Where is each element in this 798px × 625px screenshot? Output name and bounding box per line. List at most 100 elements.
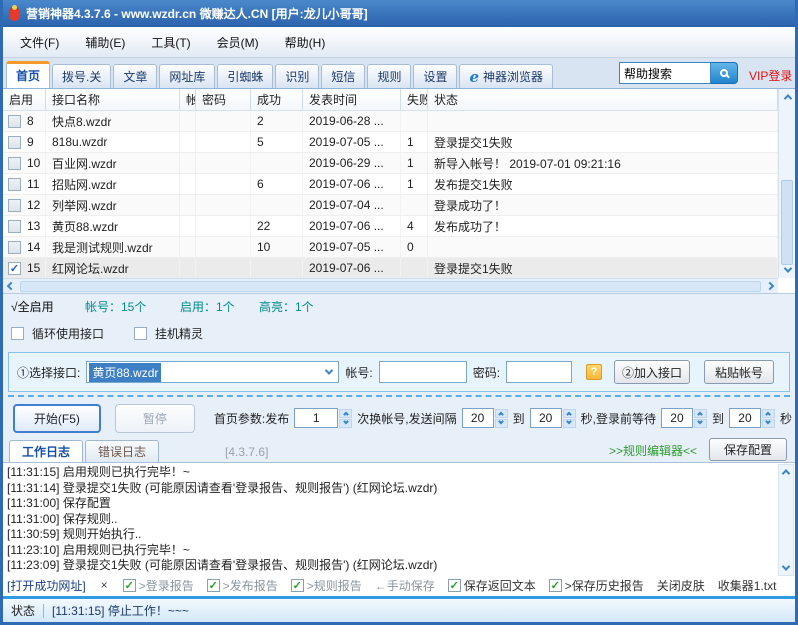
table-row[interactable]: 9 818u.wzdr 5 2019-07-05 ... 1 登录提交1失败: [3, 132, 778, 153]
rule-report-checkbox[interactable]: >规则报告: [290, 577, 362, 594]
menu-item-member[interactable]: 会员(M): [213, 32, 263, 53]
column-header-6[interactable]: 失败: [401, 89, 428, 110]
row-enable-checkbox[interactable]: [8, 240, 21, 254]
row-enable-checkbox[interactable]: [8, 198, 21, 212]
log-scroll-down-icon[interactable]: [779, 561, 793, 575]
all-enable-toggle[interactable]: √全启用: [11, 298, 85, 315]
checkbox-label: >登录报告: [138, 578, 194, 593]
save-history-report-checkbox[interactable]: >保存历史报告: [548, 577, 644, 594]
table-vertical-scrollbar[interactable]: [778, 89, 795, 278]
spinner-down-icon[interactable]: [494, 418, 508, 428]
menu-item-assist[interactable]: 辅助(E): [81, 32, 129, 53]
search-button[interactable]: [711, 62, 738, 84]
scroll-down-icon[interactable]: [779, 262, 796, 278]
table-row[interactable]: 15 红网论坛.wzdr 2019-07-06 ... 登录提交1失败: [3, 258, 778, 278]
tab-article[interactable]: 文章: [113, 64, 158, 88]
join-interface-button[interactable]: ②加入接口: [614, 360, 691, 384]
scroll-thumb-horizontal[interactable]: [20, 280, 761, 292]
tab-url-library[interactable]: 网址库: [159, 64, 216, 88]
spinner-down-icon[interactable]: [339, 418, 353, 428]
cell-fail: [401, 258, 428, 278]
spinner-down-icon[interactable]: [693, 418, 707, 428]
scroll-thumb[interactable]: [781, 179, 793, 265]
password-input[interactable]: [506, 361, 573, 383]
scroll-left-icon[interactable]: [3, 279, 19, 294]
loop-interface-checkbox[interactable]: [11, 326, 24, 340]
spinner-value[interactable]: 20: [660, 408, 693, 428]
tab-settings[interactable]: 设置: [413, 64, 458, 88]
start-button[interactable]: 开始(F5): [13, 403, 101, 433]
publish-report-checkbox[interactable]: >发布报告: [206, 577, 278, 594]
paste-account-button[interactable]: 粘贴帐号: [704, 360, 775, 384]
tab-spider[interactable]: 引蜘蛛: [217, 64, 274, 88]
tab-error-log[interactable]: 错误日志: [85, 440, 160, 462]
open-success-urls-link[interactable]: [打开成功网址]: [7, 577, 86, 594]
hangup-genie-checkbox[interactable]: [134, 326, 148, 340]
table-row[interactable]: 8 快点8.wzdr 2 2019-06-28 ...: [3, 111, 778, 132]
scroll-right-icon[interactable]: [762, 279, 778, 294]
table-row[interactable]: 12 列举网.wzdr 2019-07-04 ... 登录成功了！: [3, 195, 778, 216]
spinner-down-icon[interactable]: [761, 418, 775, 428]
menu-item-tools[interactable]: 工具(T): [147, 32, 194, 53]
spinner-up-icon[interactable]: [761, 408, 775, 418]
table-row[interactable]: 14 我是测试规则.wzdr 10 2019-07-05 ... 0: [3, 237, 778, 258]
cell-fail: [401, 111, 428, 131]
account-input[interactable]: [378, 361, 467, 383]
column-header-0[interactable]: 启用: [3, 89, 46, 110]
menu-item-file[interactable]: 文件(F): [16, 32, 63, 53]
row-enable-checkbox[interactable]: [8, 114, 21, 128]
clear-log-button[interactable]: ×: [99, 578, 110, 592]
column-header-5[interactable]: 发表时间: [303, 89, 401, 110]
column-header-1[interactable]: 接口名称: [46, 89, 180, 110]
spinner-up-icon[interactable]: [562, 408, 576, 418]
spinner-down-icon[interactable]: [562, 418, 576, 428]
spinner-value[interactable]: 20: [461, 408, 494, 428]
cell-status: [428, 111, 778, 131]
cell-name: 百业网.wzdr: [46, 153, 180, 173]
tab-rule[interactable]: 规则: [367, 64, 412, 88]
scroll-up-icon[interactable]: [779, 89, 796, 105]
highlight-count: 高亮：1个: [259, 299, 314, 314]
spinner-up-icon[interactable]: [693, 408, 707, 418]
vip-login-link[interactable]: VIP登录: [749, 67, 792, 84]
close-skin-link[interactable]: 关闭皮肤: [657, 577, 705, 594]
rule-editor-link[interactable]: >>规则编辑器<<: [609, 442, 697, 459]
save-config-button[interactable]: 保存配置: [709, 438, 787, 461]
spinner-value[interactable]: 1: [294, 408, 339, 428]
row-enable-checkbox[interactable]: [8, 261, 21, 275]
table-row[interactable]: 11 招贴网.wzdr 6 2019-07-06 ... 1 发布提交1失败: [3, 174, 778, 195]
column-header-2[interactable]: 帐: [180, 89, 196, 110]
column-header-3[interactable]: 密码: [196, 89, 251, 110]
table-row[interactable]: 13 黄页88.wzdr 22 2019-07-06 ... 4 发布成功了！: [3, 216, 778, 237]
column-header-4[interactable]: 成功: [251, 89, 303, 110]
save-return-text-checkbox[interactable]: 保存返回文本: [447, 577, 536, 594]
help-icon[interactable]: ?: [586, 364, 603, 380]
interface-dropdown[interactable]: 黄页88.wzdr: [86, 361, 340, 383]
tab-home[interactable]: 首页: [6, 61, 51, 88]
row-number: 10: [27, 156, 41, 170]
spinner-value[interactable]: 20: [728, 408, 761, 428]
table-horizontal-scrollbar[interactable]: [3, 278, 778, 293]
tab-work-log[interactable]: 工作日志: [9, 440, 84, 462]
pause-button[interactable]: 暂停: [114, 403, 195, 433]
log-scroll-up-icon[interactable]: [779, 465, 793, 479]
login-report-checkbox[interactable]: >登录报告: [122, 577, 194, 594]
cell-success: 10: [251, 237, 303, 257]
tab-dial[interactable]: 拨号.关: [52, 64, 112, 88]
row-enable-checkbox[interactable]: [8, 156, 21, 170]
row-enable-checkbox[interactable]: [8, 177, 21, 191]
tab-sms[interactable]: 短信: [321, 64, 366, 88]
table-row[interactable]: 10 百业网.wzdr 2019-06-29 ... 1 新导入帐号！ 2019-07-…: [3, 153, 778, 174]
tab-browser[interactable]: e 神器浏览器: [459, 64, 554, 88]
menu-item-help[interactable]: 帮助(H): [281, 32, 330, 53]
log-vertical-scrollbar[interactable]: [778, 464, 794, 576]
search-input[interactable]: [619, 62, 711, 84]
spinner-up-icon[interactable]: [339, 408, 353, 418]
column-header-7[interactable]: 状态: [428, 89, 778, 110]
tab-identify[interactable]: 识别: [275, 64, 320, 88]
spinner-value[interactable]: 20: [529, 408, 562, 428]
spinner-up-icon[interactable]: [494, 408, 508, 418]
row-enable-checkbox[interactable]: [8, 135, 21, 149]
collector-file-link[interactable]: 收集器1.txt: [718, 577, 777, 594]
row-enable-checkbox[interactable]: [8, 219, 21, 233]
